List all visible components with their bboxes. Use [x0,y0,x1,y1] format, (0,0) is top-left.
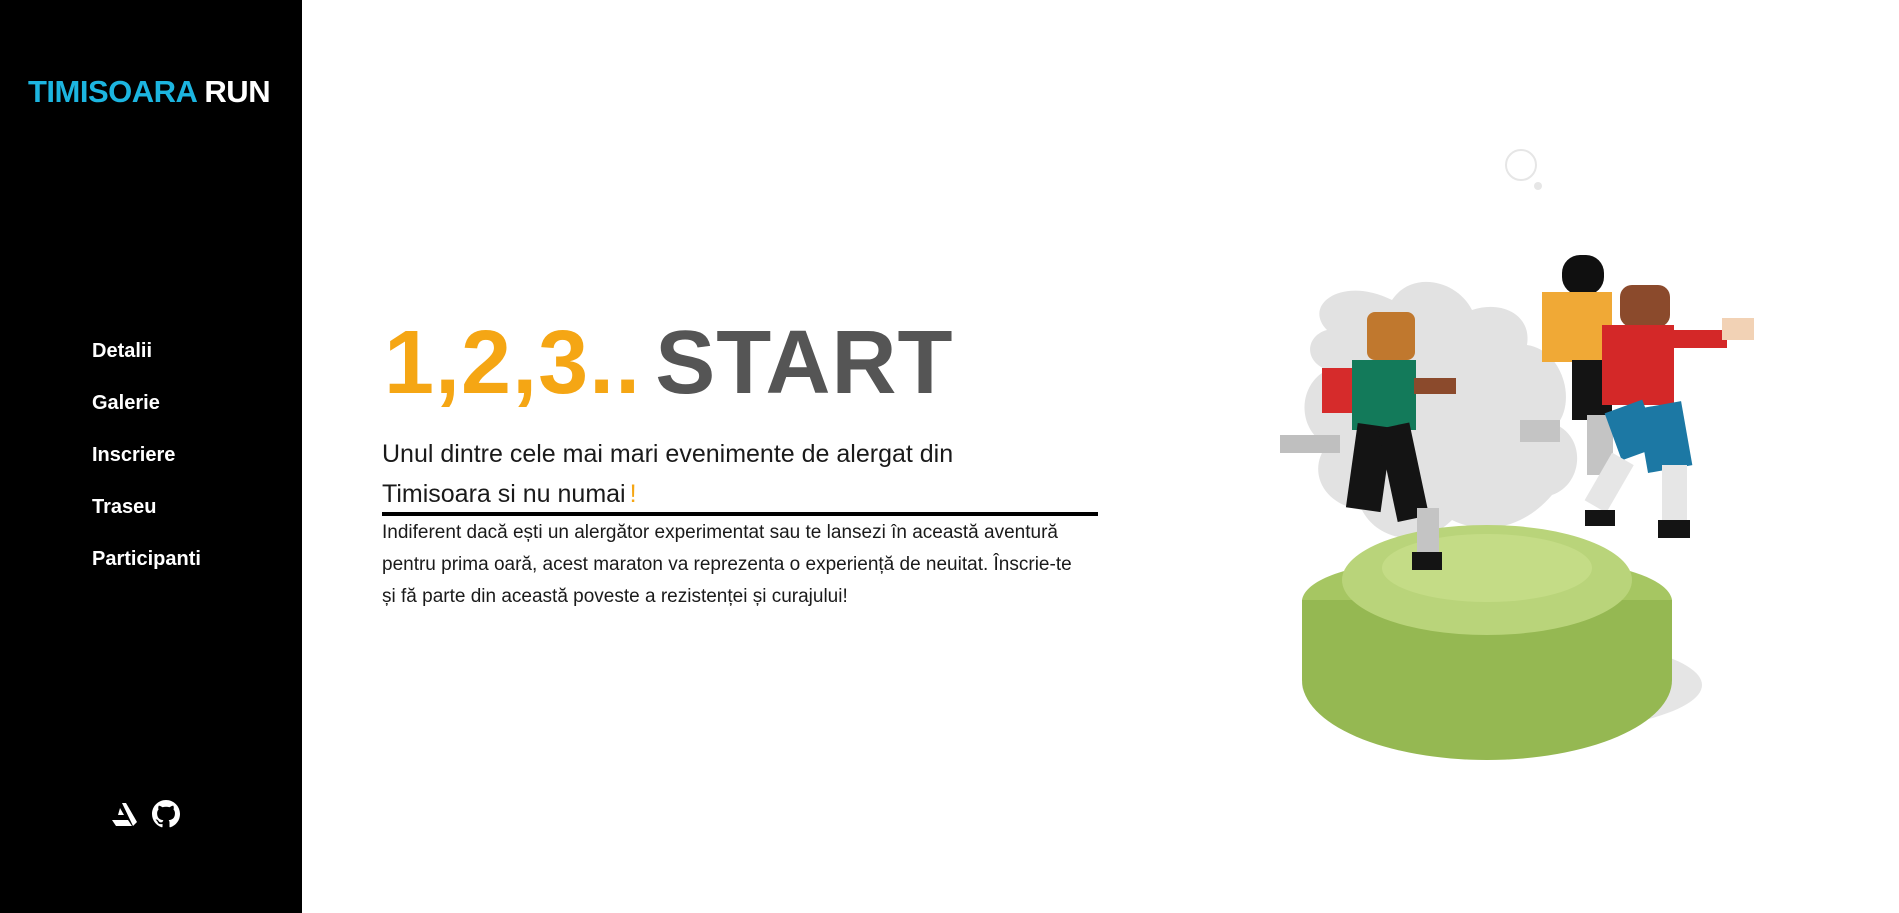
artstation-icon[interactable] [110,800,138,828]
subtitle-text: Unul dintre cele mai mari evenimente de … [382,440,954,508]
nav-item-traseu: Traseu [92,492,201,544]
github-icon[interactable] [152,800,180,828]
nav-link-inscriere[interactable]: Inscriere [92,440,175,470]
nav-item-inscriere: Inscriere [92,440,201,492]
start-text: START [655,313,954,413]
nav-link-galerie[interactable]: Galerie [92,388,160,418]
logo-plain-text: RUN [204,74,271,109]
site-logo[interactable]: TIMISOARA RUN [28,74,271,110]
nav-item-galerie: Galerie [92,388,201,440]
nav-link-participanti[interactable]: Participanti [92,544,201,574]
main-nav: Detalii Galerie Inscriere Traseu Partici… [92,336,201,596]
hero-description: Indiferent dacă ești un alergător experi… [382,522,1072,607]
sidebar: TIMISOARA RUN Detalii Galerie Inscriere … [0,0,302,913]
subtitle-accent: ! [629,480,637,508]
runners-illustration [1202,140,1762,780]
divider [382,512,1098,516]
nav-item-participanti: Participanti [92,544,201,596]
logo-accent-text: TIMISOARA [28,74,197,109]
countdown-text: 1,2,3.. [384,313,642,413]
nav-link-detalii[interactable]: Detalii [92,336,152,366]
hero-headline: 1,2,3.. START [384,312,953,415]
nav-link-traseu[interactable]: Traseu [92,492,156,522]
social-links [110,800,180,828]
hero-subtitle: Unul dintre cele mai mari evenimente de … [382,434,982,514]
main-content: 1,2,3.. START Unul dintre cele mai mari e… [302,0,1899,913]
nav-item-detalii: Detalii [92,336,201,388]
